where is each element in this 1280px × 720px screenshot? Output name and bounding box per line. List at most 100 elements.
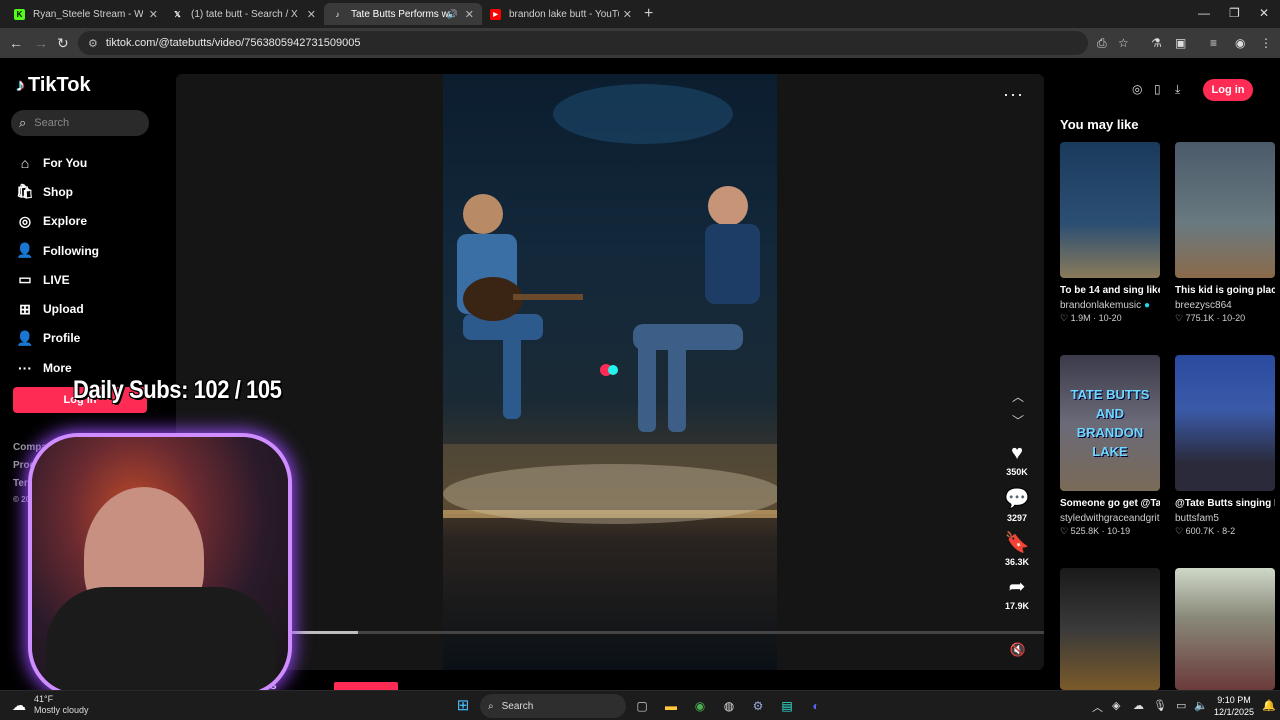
tray-expand-icon[interactable]: ︿ [1092,699,1103,715]
reading-list-icon[interactable]: ≡ [1210,36,1217,50]
windows-start-icon[interactable]: ⊞ [455,698,471,714]
system-clock[interactable]: 9:10 PM 12/1/2025 [1214,694,1254,718]
install-icon[interactable]: ⎙ [1097,36,1107,51]
next-video-icon[interactable]: ﹀ [1012,412,1024,429]
sidebar-item-upload[interactable]: ⊞ Upload [16,294,99,323]
youtube-icon: ▶ [490,8,501,20]
recommendation-card[interactable]: To be 14 and sing like that?!?!?! I can.… [1060,142,1160,324]
weather-widget[interactable]: 41°F Mostly cloudy [34,694,89,716]
profile-avatar-icon[interactable]: ◉ [1235,36,1245,50]
browser-tab-bar: K Ryan_Steele Stream - Watch Li ✕ 𝕏 (1) … [0,0,1280,28]
tray-app-icon[interactable]: ◈ [1112,699,1120,712]
coins-icon[interactable]: ◎ [1132,82,1142,96]
close-icon[interactable]: ✕ [623,8,632,21]
close-icon[interactable]: ✕ [465,8,474,21]
comment-icon: 💬 [1004,488,1030,510]
device-icon[interactable]: ▯ [1154,82,1161,96]
video-scene [443,84,777,524]
close-icon[interactable]: ✕ [149,8,158,21]
prev-video-icon[interactable]: ︿ [1012,388,1024,405]
search-icon: ⌕ [488,700,494,712]
daily-subs-overlay: Daily Subs: 102 / 105 [73,376,282,404]
like-button[interactable]: ♥ 350K [1002,442,1032,477]
file-explorer-icon[interactable]: ▬ [663,698,679,714]
close-window-icon[interactable]: ✕ [1259,6,1269,20]
tiktok-logo[interactable]: ♪ TikTok [16,74,91,97]
reload-icon[interactable]: ↻ [57,35,69,52]
task-view-icon[interactable]: ▢ [634,698,650,714]
tiktok-note-icon: ♪ [16,75,25,95]
network-icon[interactable]: ▭ [1176,699,1186,712]
sidebar-item-profile[interactable]: 👤 Profile [16,324,99,353]
obs-icon[interactable]: ◍ [721,698,737,714]
sidepanel-icon[interactable]: ▣ [1175,36,1186,50]
heart-outline-icon: ♡ [1175,313,1184,323]
sidebar-item-explore[interactable]: ◎ Explore [16,207,99,236]
tab-kick[interactable]: K Ryan_Steele Stream - Watch Li ✕ [6,3,166,25]
bookmark-icon: 🔖 [1004,532,1030,554]
video-progress-bar[interactable] [176,631,1044,634]
notifications-icon[interactable]: 🔔 [1262,699,1276,712]
extensions-icon[interactable]: ⚗ [1151,36,1162,50]
search-input[interactable]: ⌕ Search [11,110,149,136]
recommendation-thumbnail: TATE BUTTS AND BRANDON LAKE [1060,355,1160,491]
shop-icon: 🛍 [16,183,34,200]
kick-icon: K [14,8,25,20]
discord-icon[interactable]: ◐ [808,698,824,714]
microphone-icon[interactable]: 🎙 [1153,699,1167,712]
sidebar-item-live[interactable]: ▭ LIVE [16,265,99,294]
recommendation-card[interactable]: @Tate Butts singing Hard Fought... butts… [1175,355,1275,537]
sidebar-item-following[interactable]: 👤 Following [16,236,99,265]
sidebar-item-for-you[interactable]: ⌂ For You [16,148,99,177]
tiktok-icon: ♪ [335,9,340,19]
recommendation-thumbnail [1175,355,1275,491]
sidebar-item-shop[interactable]: 🛍 Shop [16,177,99,206]
comment-button[interactable]: 💬 3297 [1002,486,1032,523]
volume-icon[interactable]: 🔇 [1010,642,1026,658]
audio-playing-icon[interactable]: 🔊 [447,9,458,20]
video-player[interactable]: ··· ︿ ﹀ ♥ 350K 💬 3297 🔖 36.3K ➦ 17.9K 🔇 [176,74,1044,670]
recommendation-card[interactable] [1175,568,1275,690]
recommendation-card[interactable]: This kid is going places no doubt.... br… [1175,142,1275,324]
upload-icon: ⊞ [19,300,31,317]
share-button[interactable]: ➦ 17.9K [1002,574,1032,611]
streamer-hoodie [46,587,276,693]
tab-youtube[interactable]: ▶ brandon lake butt - YouTube ✕ [482,3,640,25]
tab-x[interactable]: 𝕏 (1) tate butt - Search / X ✕ [164,3,324,25]
new-tab-button[interactable]: + [644,5,653,23]
more-options-icon[interactable]: ··· [1003,84,1024,105]
heart-outline-icon: ♡ [1060,526,1069,536]
recommendation-card[interactable] [1060,568,1160,690]
video-frame[interactable] [443,74,777,670]
back-icon[interactable]: ← [9,35,23,51]
taskbar-search[interactable]: ⌕ Search [480,694,626,718]
steam-icon[interactable]: ⚙ [750,698,766,714]
download-icon[interactable]: ⤓ [1175,82,1180,97]
recommendation-thumbnail [1060,142,1160,278]
follow-button[interactable] [334,682,398,690]
weather-icon[interactable]: ☁ [12,697,26,714]
forward-icon[interactable]: → [34,35,48,51]
login-button[interactable]: Log in [1203,79,1253,101]
search-icon: ⌕ [19,115,27,130]
minimize-icon[interactable]: — [1198,6,1210,20]
speaker-icon[interactable]: 🔈 [1194,699,1208,712]
tray-app-icon[interactable]: ☁ [1133,699,1144,712]
live-icon: ▭ [18,271,32,288]
compass-icon: ◎ [18,212,32,229]
x-icon: 𝕏 [174,9,181,19]
terminal-app-icon[interactable]: ▤ [779,698,795,714]
recommendation-card[interactable]: TATE BUTTS AND BRANDON LAKE Someone go g… [1060,355,1160,537]
site-info-icon[interactable]: ⚙ [88,37,98,50]
close-icon[interactable]: ✕ [307,8,316,21]
heart-outline-icon: ♡ [1175,526,1184,536]
address-bar: ← → ↻ ⚙ tiktok.com/@tatebutts/video/7563… [0,28,1280,58]
you-may-like-heading: You may like [1060,117,1139,132]
save-button[interactable]: 🔖 36.3K [1002,530,1032,567]
tab-tiktok[interactable]: ♪ Tate Butts Performs with Br 🔊 ✕ [324,3,482,25]
chrome-icon[interactable]: ◉ [692,698,708,714]
bookmark-star-icon[interactable]: ☆ [1118,36,1129,50]
restore-icon[interactable]: ❐ [1229,6,1240,20]
url-field[interactable]: ⚙ tiktok.com/@tatebutts/video/7563805942… [78,31,1088,55]
menu-kebab-icon[interactable]: ⋮ [1260,36,1272,50]
